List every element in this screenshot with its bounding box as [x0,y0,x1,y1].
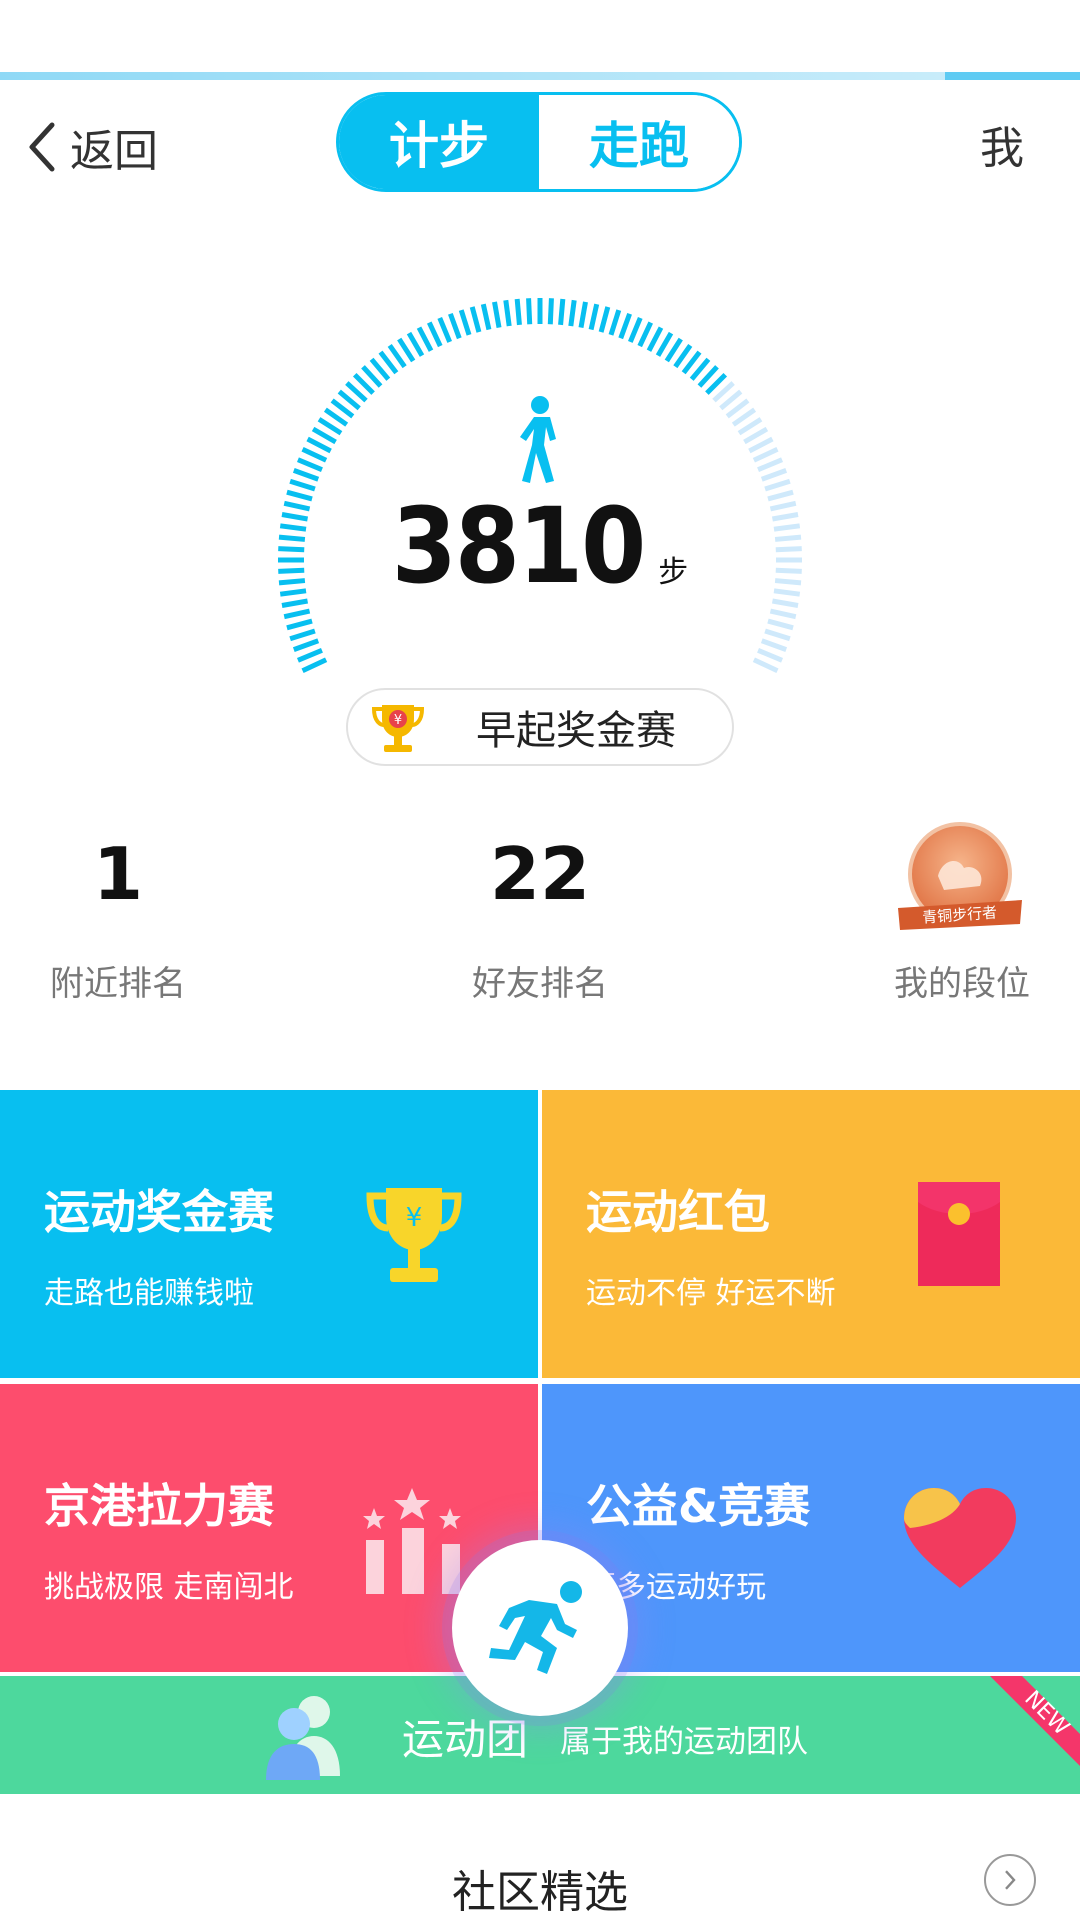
friend-rank-label: 好友排名 [472,964,608,1004]
chevron-left-icon [29,122,55,172]
team-title: 运动团 [402,1715,529,1764]
early-bird-contest-button[interactable]: ¥ 早起奖金赛 [346,688,734,766]
back-button[interactable]: 返回 [24,112,158,182]
gauge-tick [547,298,554,325]
back-label: 返回 [70,126,158,177]
tile-title: 运动奖金赛 [44,1185,274,1239]
tile-title: 运动红包 [586,1185,770,1239]
gauge-tick [306,436,332,454]
team-subtitle: 属于我的运动团队 [560,1724,808,1760]
gauge-tick [437,316,452,343]
heart-icon [904,1488,1016,1588]
gauge-tick [427,321,443,348]
bronze-walker-badge[interactable]: 青铜步行者 [890,820,1030,940]
gauge-tick [503,299,512,327]
svg-text:¥: ¥ [394,713,402,728]
mode-toggle[interactable]: 计步 走跑 [336,92,742,192]
gauge-tick [646,326,664,352]
gauge-tick [618,312,632,340]
community-more-button[interactable] [984,1854,1036,1906]
new-ribbon: NEW [990,1676,1080,1766]
gauge-tick [598,306,611,333]
tile-title: 公益&竞赛 [586,1479,811,1533]
gauge-tick [628,316,643,343]
gauge-tick [764,628,791,642]
gauge-tick [458,309,472,336]
gauge-tick [757,457,784,472]
gauge-tick [286,618,313,631]
svg-text:¥: ¥ [406,1203,423,1233]
start-run-button[interactable] [452,1540,628,1716]
gauge-tick [608,309,622,336]
tile-title: 京港拉力赛 [44,1479,274,1533]
gauge-tick [292,468,320,482]
gauge-tick [752,657,779,673]
gauge-tick [769,608,797,620]
friend-rank-value: 22 [489,832,591,916]
tile-red-envelope[interactable]: 运动红包 运动不停 好运不断 [542,1090,1080,1378]
podium-icon [363,1488,461,1594]
gauge-tick [760,638,788,652]
trophy-icon: ¥ [366,1188,462,1282]
gauge-tick [406,331,425,357]
gauge-tick [480,303,492,331]
gauge-tick [301,657,328,673]
gauge-tick [301,447,328,463]
nearby-rank-label: 附近排名 [50,964,186,1004]
gauge-tick [752,447,779,463]
tab-pedometer[interactable]: 计步 [339,95,539,189]
gauge-tick [416,326,434,352]
gauge-tick [296,457,323,472]
friend-rank[interactable]: 22 [420,832,660,916]
tab-walk-run[interactable]: 走跑 [539,95,739,189]
me-button[interactable]: 我 [980,112,1024,176]
gauge-tick [292,638,320,652]
gauge-tick [558,298,566,326]
gauge-tick [743,426,769,445]
step-count-value: 3810 [391,485,646,607]
tile-sports-contest[interactable]: 运动奖金赛 走路也能赚钱啦 ¥ [0,1090,538,1378]
gauge-tick [283,608,311,620]
gauge-tick [469,306,482,333]
red-envelope-icon [918,1182,1000,1286]
tile-subtitle: 挑战极限 走南闯北 [44,1570,294,1605]
gauge-tick [578,301,588,329]
gauge-tick [296,648,323,663]
running-person-icon [489,1581,582,1674]
step-count-unit: 步 [658,555,689,590]
gauge-tick [757,648,784,663]
gauge-tick [492,301,502,329]
my-tier-label: 我的段位 [894,964,1030,1004]
chevron-right-icon [1005,1870,1016,1890]
trophy-icon: ¥ [371,705,425,752]
team-members-icon [266,1696,340,1780]
step-count: 3810 步 [0,485,1080,607]
loading-bar-end [945,72,1080,80]
gauge-tick [655,331,674,357]
gauge-tick [448,312,462,340]
gauge-tick [767,618,794,631]
event-label: 早起奖金赛 [476,708,676,754]
gauge-tick [568,299,577,327]
gauge-tick [748,436,774,454]
tile-subtitle: 运动不停 好运不断 [586,1276,836,1311]
gauge-tick [637,321,653,348]
loading-bar-fill [0,72,945,80]
tile-subtitle: 走路也能赚钱啦 [44,1276,254,1311]
nearby-rank[interactable]: 1 [0,832,238,916]
community-picks-title: 社区精选 [452,1867,628,1918]
gauge-tick [588,303,600,331]
nearby-rank-value: 1 [92,832,144,916]
gauge-tick [311,426,337,445]
gauge-tick [289,628,316,642]
gauge-tick [760,468,788,482]
walking-person-icon [520,396,556,483]
gauge-tick [526,298,533,325]
gauge-tick [514,298,522,326]
